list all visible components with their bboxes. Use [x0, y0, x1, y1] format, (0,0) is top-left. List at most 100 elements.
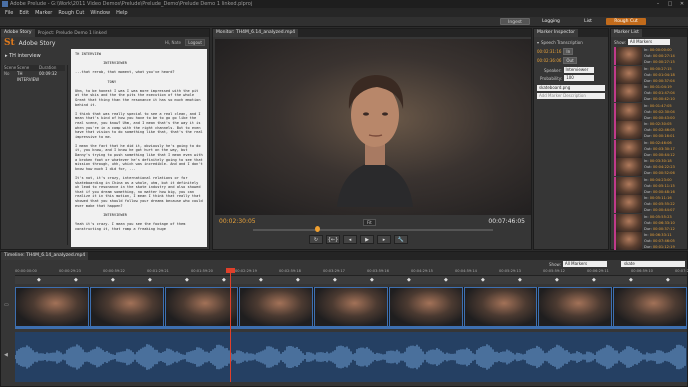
video-clip[interactable]	[314, 287, 388, 327]
marker-pin-icon[interactable]: ◆	[111, 277, 115, 283]
video-clip[interactable]	[613, 287, 688, 327]
step-back-icon[interactable]: ◂	[343, 235, 357, 244]
breadcrumb[interactable]: ▸ TH interview	[5, 53, 41, 59]
video-clip[interactable]	[239, 287, 314, 327]
video-clip[interactable]	[89, 287, 164, 327]
marker-pin-icon[interactable]: ◆	[555, 277, 559, 283]
play-icon[interactable]: ▶	[360, 235, 374, 244]
menu-window[interactable]: Window	[87, 10, 113, 16]
marker-pin-icon[interactable]: ◆	[333, 277, 337, 283]
set-out-button[interactable]: Out	[563, 57, 577, 64]
timeline-search-input[interactable]: skate	[621, 261, 685, 267]
step-forward-icon[interactable]: ▸	[377, 235, 391, 244]
marker-item[interactable]: In: 00:05:55:23 Out: 00:06:33:10 Dur: 00:0…	[614, 213, 686, 234]
maximize-button[interactable]: □	[664, 0, 676, 8]
tab-marker-inspector[interactable]: Marker Inspector	[534, 29, 578, 37]
marker-item[interactable]: In: 00:04:23:00 Out: 00:05:11:15 Dur: 00:0…	[614, 176, 686, 197]
go-to-in-icon[interactable]: {←}	[326, 235, 340, 244]
marker-pin-icon[interactable]: ◆	[407, 277, 411, 283]
marker-item[interactable]: In: 00:06:33:11 Out: 00:07:46:05 Dur: 00:0…	[614, 232, 686, 252]
video-clip[interactable]	[164, 287, 239, 327]
menu-file[interactable]: File	[2, 10, 16, 16]
dur-label: Dur:	[644, 245, 652, 249]
rough-cut-tab[interactable]: Rough Cut	[606, 18, 646, 25]
current-timecode[interactable]: 00:02:30:05	[219, 218, 256, 225]
zoom-select[interactable]: Fit	[363, 219, 376, 226]
minimize-button[interactable]: –	[652, 0, 664, 8]
close-button[interactable]: ✕	[676, 0, 688, 8]
source-field[interactable]: skateboard.png	[537, 85, 605, 91]
tab-marker-list[interactable]: Marker List	[611, 29, 642, 37]
speaker-field[interactable]: Interviewer	[563, 67, 594, 73]
ingest-button[interactable]: Ingest	[500, 18, 530, 25]
scrub-bar[interactable]	[253, 229, 493, 231]
dur-label: Dur:	[644, 208, 652, 212]
marker-pin-icon[interactable]: ◆	[296, 277, 300, 283]
marker-item[interactable]: In: 00:05:11:16 Out: 00:05:55:22 Dur: 00:0…	[614, 195, 686, 215]
menu-marker[interactable]: Marker	[32, 10, 55, 16]
menu-rough-cut[interactable]: Rough Cut	[55, 10, 87, 16]
marker-item[interactable]: In: 00:00:00:00 Out: 00:00:27:14 Dur: 00:0…	[614, 47, 686, 67]
monitor-panel: Monitor: TH4M_6.14_analyzed.mp4 00:02:30…	[212, 28, 532, 250]
marker-track[interactable]: ◆ ◆ ◆ ◆ ◆ ◆ ◆ ◆ ◆ ◆ ◆ ◆ ◆ ◆ ◆ ◆ ◆ ◆	[15, 276, 687, 284]
tab-monitor[interactable]: Monitor: TH4M_6.14_analyzed.mp4	[213, 29, 299, 37]
marker-pin-icon[interactable]: ◆	[37, 277, 41, 283]
in-timecode[interactable]: 00:02:31:16	[537, 49, 561, 54]
timeline-show-select[interactable]: All Markers	[562, 261, 607, 267]
marker-item[interactable]: In: 00:01:04:19 Out: 00:01:47:04 Dur: 00:0…	[614, 84, 686, 104]
section-title: Speech Transcription	[541, 40, 583, 45]
tab-adobe-story[interactable]: Adobe Story	[1, 29, 35, 37]
in-label: In:	[644, 140, 649, 145]
loop-icon[interactable]: ↻	[309, 235, 323, 244]
cell-no	[3, 71, 17, 77]
logging-tab[interactable]: Logging	[536, 18, 566, 25]
probability-field[interactable]: 100	[564, 75, 595, 81]
marker-pin-icon[interactable]: ◆	[74, 277, 78, 283]
marker-pin-icon[interactable]: ◆	[592, 277, 596, 283]
menu-edit[interactable]: Edit	[16, 10, 32, 16]
marker-pin-icon[interactable]: ◆	[444, 277, 448, 283]
marker-pin-icon[interactable]: ◆	[259, 277, 263, 283]
tab-timeline[interactable]: Timeline: TH4M_6.14_analyzed.mp4	[1, 252, 89, 260]
video-clip[interactable]	[538, 287, 613, 327]
marker-item[interactable]: In: 00:02:46:06 Out: 00:03:30:17 Dur: 00:0…	[614, 139, 686, 160]
marker-pin-icon[interactable]: ◆	[629, 277, 633, 283]
playhead[interactable]	[230, 269, 231, 382]
set-in-button[interactable]: In	[563, 48, 574, 55]
marker-pin-icon[interactable]: ◆	[222, 277, 226, 283]
table-row[interactable]: TH INTERVIEW 00:09:32	[3, 71, 65, 82]
wrench-icon[interactable]: 🔧	[394, 235, 408, 244]
script-text[interactable]: TH INTERVIEW INTERVIEWER ...that rerab, …	[71, 49, 207, 247]
video-clip[interactable]	[463, 287, 538, 327]
marker-inspector-panel: Marker Inspector ▾ Speech Transcription 0…	[533, 28, 609, 250]
marker-item[interactable]: In: 00:02:30:05 Out: 00:02:46:05 Dur: 00:0…	[614, 121, 686, 141]
playhead-handle[interactable]	[226, 268, 235, 273]
marker-pin-icon[interactable]: ◆	[518, 277, 522, 283]
menu-bar: File Edit Marker Rough Cut Window Help	[0, 8, 688, 17]
video-frame[interactable]	[215, 39, 531, 215]
marker-item[interactable]: In: 00:01:47:05 Out: 00:02:30:04 Dur: 00:0…	[614, 102, 686, 123]
out-timecode[interactable]: 00:02:36:06	[537, 58, 561, 63]
scrub-handle[interactable]	[315, 226, 320, 232]
marker-pin-icon[interactable]: ◆	[148, 277, 152, 283]
marker-dur: 00:00:42:10	[652, 97, 675, 101]
show-select[interactable]: All Markers	[627, 39, 670, 45]
marker-pin-icon[interactable]: ◆	[666, 277, 670, 283]
time-ruler[interactable]: 00:00:00:00 00:00:29:23 00:00:59:22 00:01:2…	[15, 269, 688, 276]
video-track[interactable]	[15, 287, 688, 327]
description-field[interactable]: Add Marker Description	[537, 93, 605, 99]
logout-button[interactable]: Logout	[185, 39, 205, 46]
video-clip[interactable]	[388, 287, 463, 327]
marker-item[interactable]: In: 00:03:30:18 Out: 00:04:22:23 Dur: 00:0…	[614, 158, 686, 178]
marker-pin-icon[interactable]: ◆	[481, 277, 485, 283]
marker-times: In: 00:01:04:19 Out: 00:01:47:04 Dur: 00:0…	[644, 84, 675, 104]
video-clip[interactable]	[15, 287, 89, 327]
chevron-down-icon[interactable]: ▾	[537, 40, 539, 45]
marker-pin-icon[interactable]: ◆	[370, 277, 374, 283]
audio-track[interactable]	[14, 332, 687, 382]
tab-project[interactable]: Project: Prelude Demo 1 linked	[35, 31, 110, 36]
list-tab[interactable]: List	[578, 18, 598, 25]
marker-item[interactable]: In: 00:00:27:15 Out: 00:01:04:18 Dur: 00:0…	[614, 65, 686, 86]
marker-pin-icon[interactable]: ◆	[185, 277, 189, 283]
menu-help[interactable]: Help	[113, 10, 130, 16]
